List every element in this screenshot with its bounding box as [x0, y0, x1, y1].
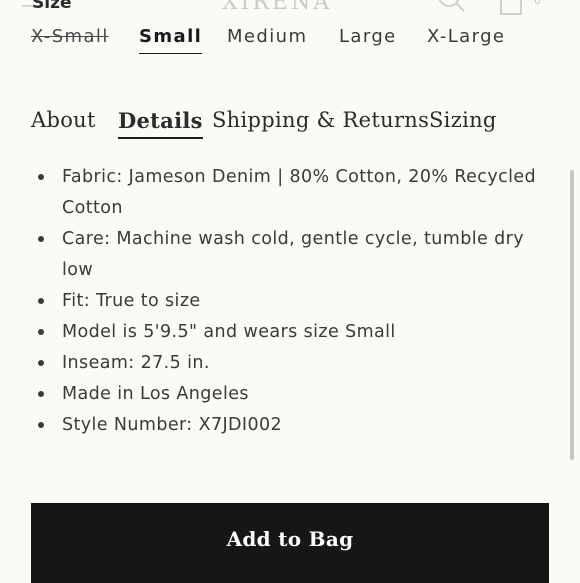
- size-option-large[interactable]: Large: [339, 26, 397, 53]
- tab-shipping-returns[interactable]: Shipping & Returns: [212, 108, 429, 136]
- bag-count-badge: 0: [534, 0, 541, 7]
- top-navigation-bar: XIRENA 0: [0, 0, 580, 18]
- list-item: Inseam: 27.5 in.: [30, 348, 550, 379]
- tab-sizing[interactable]: Sizing: [429, 108, 497, 136]
- list-item: Fit: True to size: [30, 286, 550, 317]
- detail-text: Made in Los Angeles: [62, 384, 249, 404]
- list-item: Model is 5'9.5" and wears size Small: [30, 317, 550, 348]
- size-option-medium[interactable]: Medium: [227, 26, 307, 53]
- size-label: Size: [32, 0, 72, 13]
- scrollbar[interactable]: [570, 170, 574, 460]
- detail-text: Style Number: X7JDI002: [62, 415, 283, 435]
- list-item: Fabric: Jameson Denim | 80% Cotton, 20% …: [30, 162, 550, 224]
- product-details-list: Fabric: Jameson Denim | 80% Cotton, 20% …: [30, 162, 550, 441]
- detail-text: Fit: True to size: [62, 291, 201, 311]
- shopping-bag-icon[interactable]: [498, 0, 524, 16]
- bullet-icon: [38, 360, 44, 366]
- bullet-icon: [38, 329, 44, 335]
- list-item: Style Number: X7JDI002: [30, 410, 550, 441]
- tab-about[interactable]: About: [31, 108, 96, 136]
- detail-text: Care: Machine wash cold, gentle cycle, t…: [62, 229, 524, 280]
- bullet-icon: [38, 391, 44, 397]
- product-info-tabs: About Details Shipping & Returns Sizing: [0, 108, 580, 148]
- detail-text: Inseam: 27.5 in.: [62, 353, 210, 373]
- detail-text: Model is 5'9.5" and wears size Small: [62, 322, 396, 342]
- size-option-x-small[interactable]: X-Small: [31, 26, 109, 53]
- bullet-icon: [38, 422, 44, 428]
- add-to-bag-button[interactable]: Add to Bag: [31, 503, 549, 583]
- list-item: Made in Los Angeles: [30, 379, 550, 410]
- bullet-icon: [38, 298, 44, 304]
- size-option-x-large[interactable]: X-Large: [427, 26, 505, 53]
- brand-logo[interactable]: XIRENA: [222, 0, 332, 15]
- size-selector: X-Small Small Medium Large X-Large: [0, 26, 580, 58]
- bullet-icon: [38, 174, 44, 180]
- list-item: Care: Machine wash cold, gentle cycle, t…: [30, 224, 550, 286]
- search-icon[interactable]: [436, 0, 466, 16]
- bullet-icon: [38, 236, 44, 242]
- size-option-small[interactable]: Small: [139, 26, 203, 54]
- detail-text: Fabric: Jameson Denim | 80% Cotton, 20% …: [62, 167, 537, 218]
- tab-details[interactable]: Details: [118, 108, 203, 139]
